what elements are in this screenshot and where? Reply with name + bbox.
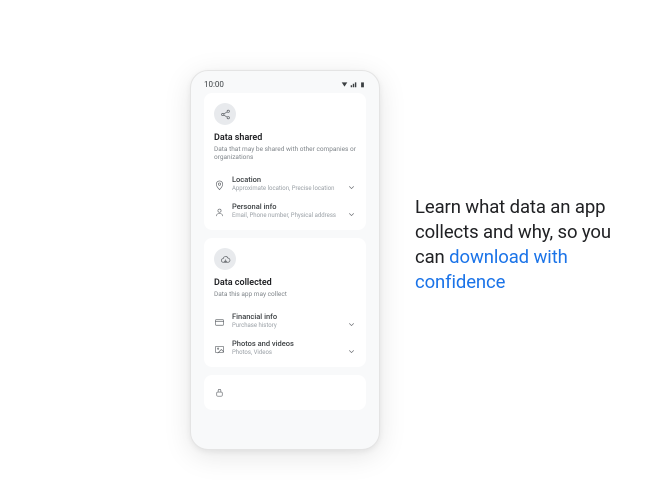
- collected-subtitle: Data this app may collect: [214, 290, 356, 298]
- status-bar: 10:00: [194, 74, 376, 93]
- security-card[interactable]: [204, 375, 366, 410]
- row-sub: Photos, Videos: [232, 349, 340, 356]
- battery-icon: [359, 81, 366, 88]
- lock-icon: [214, 383, 225, 402]
- row-photos[interactable]: Photos and videos Photos, Videos: [214, 334, 356, 361]
- share-icon: [214, 103, 236, 125]
- collected-title: Data collected: [214, 278, 356, 288]
- phone-mockup: 10:00 Data shared Data that may be share…: [190, 70, 380, 450]
- status-icons: [341, 81, 366, 88]
- chevron-down-icon: [347, 177, 356, 186]
- marketing-headline: Learn what data an app collects and why,…: [415, 195, 645, 295]
- row-sub: Email, Phone number, Physical address: [232, 212, 340, 219]
- row-sub: Approximate location, Precise location: [232, 185, 340, 192]
- image-icon: [214, 340, 225, 351]
- card-icon: [214, 313, 225, 324]
- data-collected-card: Data collected Data this app may collect…: [204, 238, 366, 367]
- status-time: 10:00: [204, 80, 224, 89]
- shared-title: Data shared: [214, 133, 356, 143]
- location-icon: [214, 176, 225, 187]
- row-title: Photos and videos: [232, 339, 340, 348]
- row-personal-info[interactable]: Personal info Email, Phone number, Physi…: [214, 197, 356, 224]
- wifi-icon: [341, 81, 348, 88]
- cloud-icon: [214, 248, 236, 270]
- chevron-down-icon: [347, 204, 356, 213]
- row-title: Financial info: [232, 312, 340, 321]
- row-sub: Purchase history: [232, 322, 340, 329]
- row-title: Location: [232, 175, 340, 184]
- row-title: Personal info: [232, 202, 340, 211]
- row-financial[interactable]: Financial info Purchase history: [214, 307, 356, 334]
- chevron-down-icon: [347, 341, 356, 350]
- signal-icon: [350, 81, 357, 88]
- chevron-down-icon: [347, 314, 356, 323]
- screen: 10:00 Data shared Data that may be share…: [194, 74, 376, 446]
- data-shared-card: Data shared Data that may be shared with…: [204, 93, 366, 230]
- person-icon: [214, 203, 225, 214]
- row-location[interactable]: Location Approximate location, Precise l…: [214, 170, 356, 197]
- shared-subtitle: Data that may be shared with other compa…: [214, 145, 356, 162]
